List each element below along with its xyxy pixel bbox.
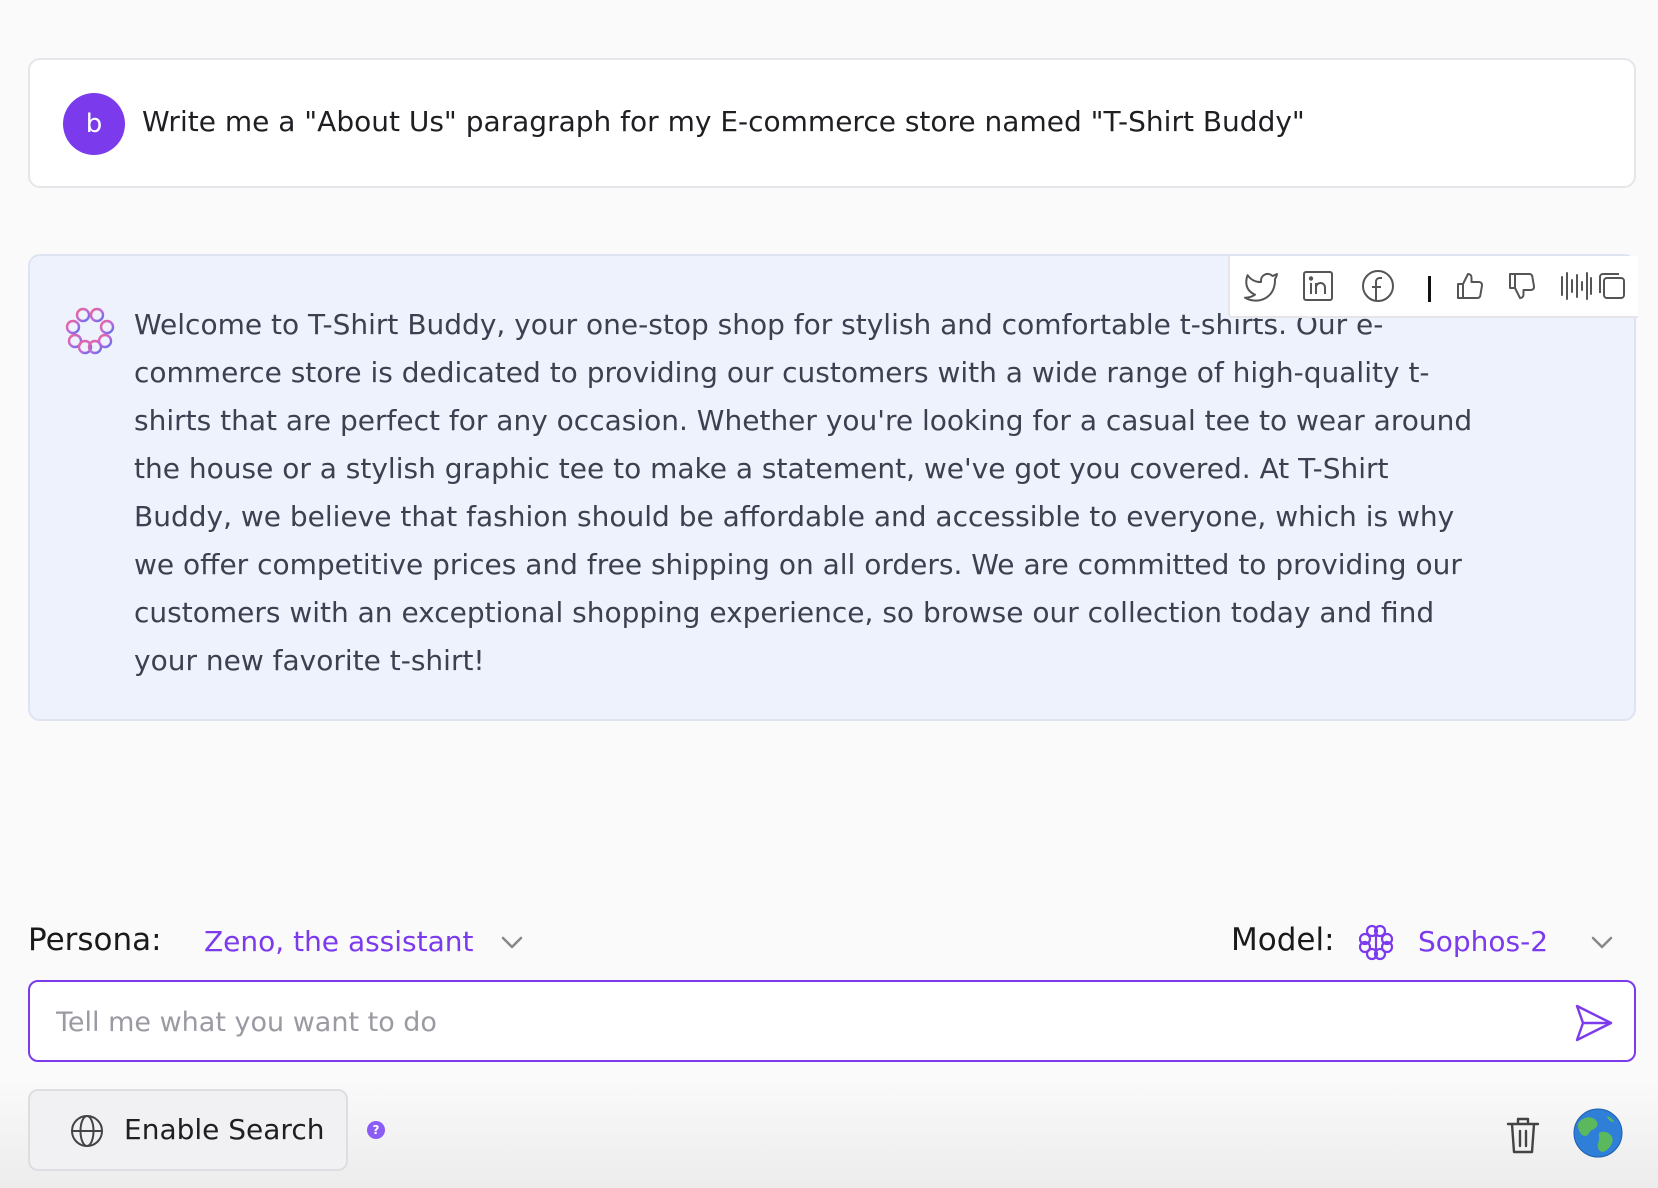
thumbs-up-icon[interactable] <box>1450 266 1490 306</box>
assistant-message-text: Welcome to T-Shirt Buddy, your one-stop … <box>134 308 1473 677</box>
chat-page: b Write me a "About Us" paragraph for my… <box>0 0 1658 1188</box>
user-message-card: b Write me a "About Us" paragraph for my… <box>28 58 1636 188</box>
persona-label: Persona: <box>28 922 162 958</box>
audio-waveform-icon[interactable] <box>1556 266 1596 306</box>
model-logo-icon <box>1358 924 1394 961</box>
enable-search-label: Enable Search <box>124 1113 325 1146</box>
assistant-message-card: Welcome to T-Shirt Buddy, your one-stop … <box>28 254 1638 721</box>
model-chevron-down-icon[interactable] <box>1587 927 1617 957</box>
user-avatar: b <box>63 93 125 155</box>
trash-icon[interactable] <box>1505 1115 1541 1155</box>
model-select-value[interactable]: Sophos-2 <box>1418 925 1548 958</box>
facebook-icon[interactable] <box>1358 266 1398 306</box>
assistant-logo-icon <box>65 307 115 355</box>
twitter-icon[interactable] <box>1242 266 1282 306</box>
prompt-input-box <box>28 980 1636 1062</box>
action-separator <box>1428 276 1431 302</box>
prompt-input[interactable] <box>54 998 1538 1046</box>
persona-chevron-down-icon[interactable] <box>497 927 527 957</box>
send-icon[interactable] <box>1573 1002 1615 1044</box>
message-action-bar <box>1228 256 1638 318</box>
enable-search-button[interactable]: Enable Search <box>28 1089 348 1171</box>
earth-globe-icon[interactable] <box>1573 1108 1623 1158</box>
model-label: Model: <box>1231 922 1335 958</box>
persona-select-value[interactable]: Zeno, the assistant <box>204 925 474 958</box>
globe-icon <box>71 1115 103 1147</box>
help-icon[interactable]: ? <box>367 1121 385 1139</box>
linkedin-icon[interactable] <box>1298 266 1338 306</box>
copy-icon[interactable] <box>1592 266 1632 306</box>
thumbs-down-icon[interactable] <box>1502 266 1542 306</box>
user-message-text: Write me a "About Us" paragraph for my E… <box>142 105 1305 138</box>
